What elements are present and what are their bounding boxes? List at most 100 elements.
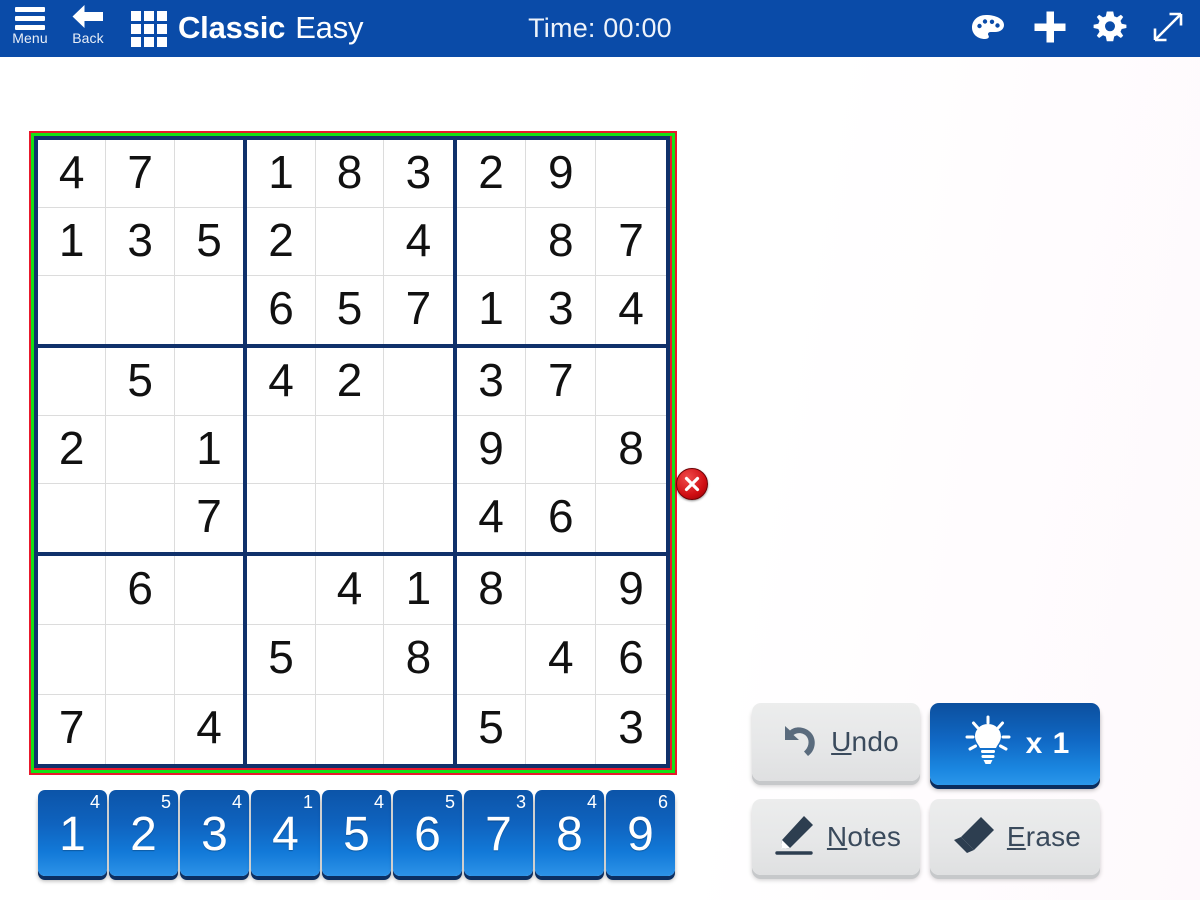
sudoku-cell[interactable]: 8: [596, 416, 666, 484]
sudoku-cell[interactable]: 3: [526, 276, 597, 344]
sudoku-cell[interactable]: [38, 484, 107, 552]
sudoku-cell[interactable]: [526, 694, 597, 764]
sudoku-cell[interactable]: 4: [384, 208, 453, 276]
sudoku-cell[interactable]: [384, 694, 453, 764]
sudoku-cell[interactable]: [106, 625, 175, 695]
sudoku-cell[interactable]: [106, 484, 175, 552]
sudoku-cell[interactable]: 6: [247, 276, 316, 344]
sudoku-cell[interactable]: [247, 484, 316, 552]
sudoku-cell[interactable]: 1: [38, 208, 107, 276]
sudoku-cell[interactable]: [315, 416, 385, 484]
sudoku-cell[interactable]: 6: [526, 484, 597, 552]
sudoku-cell[interactable]: 9: [526, 140, 597, 208]
sudoku-cell[interactable]: [596, 484, 666, 552]
sudoku-cell[interactable]: 7: [174, 484, 244, 552]
number-button-8[interactable]: 84: [535, 790, 604, 876]
sudoku-cell[interactable]: 7: [526, 348, 597, 416]
sudoku-cell[interactable]: [456, 208, 527, 276]
sudoku-cell[interactable]: [38, 556, 107, 626]
sudoku-cell[interactable]: [526, 556, 597, 626]
sudoku-cell[interactable]: [174, 140, 244, 208]
close-grid-badge[interactable]: [676, 468, 708, 500]
number-button-1[interactable]: 14: [38, 790, 107, 876]
number-button-3[interactable]: 34: [180, 790, 249, 876]
number-button-9[interactable]: 96: [606, 790, 675, 876]
sudoku-cell[interactable]: [38, 625, 107, 695]
number-button-4[interactable]: 41: [251, 790, 320, 876]
sudoku-cell[interactable]: 8: [456, 556, 527, 626]
sudoku-cell[interactable]: [315, 694, 385, 764]
sudoku-cell[interactable]: [106, 416, 175, 484]
sudoku-cell[interactable]: 1: [174, 416, 244, 484]
sudoku-cell[interactable]: [174, 625, 244, 695]
sudoku-cell[interactable]: 3: [596, 694, 666, 764]
sudoku-cell[interactable]: 7: [106, 140, 175, 208]
sudoku-cell[interactable]: 4: [38, 140, 107, 208]
sudoku-cell[interactable]: [315, 625, 385, 695]
erase-button[interactable]: Erase: [930, 799, 1100, 875]
number-button-7[interactable]: 73: [464, 790, 533, 876]
theme-palette-button[interactable]: [968, 9, 1008, 49]
sudoku-cell[interactable]: [526, 416, 597, 484]
sudoku-cell[interactable]: 4: [456, 484, 527, 552]
sudoku-cell[interactable]: 5: [174, 208, 244, 276]
sudoku-cell[interactable]: [247, 694, 316, 764]
sudoku-cell[interactable]: 9: [456, 416, 527, 484]
hint-button[interactable]: x 1: [930, 703, 1100, 785]
sudoku-cell[interactable]: [247, 416, 316, 484]
number-button-5[interactable]: 54: [322, 790, 391, 876]
sudoku-cell[interactable]: [456, 625, 527, 695]
sudoku-cell[interactable]: 4: [315, 556, 385, 626]
sudoku-cell[interactable]: 7: [596, 208, 666, 276]
undo-button[interactable]: Undo: [752, 703, 920, 781]
sudoku-cell[interactable]: [174, 348, 244, 416]
sudoku-cell[interactable]: 4: [174, 694, 244, 764]
sudoku-cell[interactable]: 3: [456, 348, 527, 416]
sudoku-cell[interactable]: 2: [38, 416, 107, 484]
sudoku-cell[interactable]: [174, 276, 244, 344]
sudoku-cell[interactable]: [315, 208, 385, 276]
sudoku-cell[interactable]: 9: [596, 556, 666, 626]
sudoku-cell[interactable]: 4: [247, 348, 316, 416]
sudoku-cell[interactable]: 2: [456, 140, 527, 208]
sudoku-cell[interactable]: 7: [38, 694, 107, 764]
sudoku-cell[interactable]: 5: [315, 276, 385, 344]
sudoku-cell[interactable]: 8: [384, 625, 453, 695]
sudoku-cell[interactable]: 5: [456, 694, 527, 764]
sudoku-cell[interactable]: [384, 416, 453, 484]
sudoku-cell[interactable]: [106, 694, 175, 764]
sudoku-cell[interactable]: 5: [247, 625, 316, 695]
settings-button[interactable]: [1090, 9, 1130, 49]
menu-button[interactable]: Menu: [6, 0, 54, 57]
sudoku-cell[interactable]: [247, 556, 316, 626]
sudoku-cell[interactable]: 1: [384, 556, 453, 626]
sudoku-cell[interactable]: [384, 348, 453, 416]
number-button-2[interactable]: 25: [109, 790, 178, 876]
new-game-button[interactable]: [1030, 9, 1070, 49]
sudoku-cell[interactable]: 6: [596, 625, 666, 695]
sudoku-cell[interactable]: 1: [456, 276, 527, 344]
sudoku-cell[interactable]: [596, 348, 666, 416]
sudoku-cell[interactable]: 5: [106, 348, 175, 416]
sudoku-cell[interactable]: 8: [526, 208, 597, 276]
sudoku-cell[interactable]: 3: [106, 208, 175, 276]
sudoku-cell[interactable]: [174, 556, 244, 626]
sudoku-cell[interactable]: [106, 276, 175, 344]
sudoku-cell[interactable]: 1: [247, 140, 316, 208]
sudoku-cell[interactable]: 4: [526, 625, 597, 695]
sudoku-cell[interactable]: 6: [106, 556, 175, 626]
sudoku-cell[interactable]: 8: [315, 140, 385, 208]
fullscreen-button[interactable]: [1148, 9, 1188, 49]
sudoku-cell[interactable]: 7: [384, 276, 453, 344]
sudoku-board[interactable]: 4713518324657298713452174237984667441588…: [34, 136, 670, 768]
notes-button[interactable]: Notes: [752, 799, 920, 875]
sudoku-cell[interactable]: 3: [384, 140, 453, 208]
sudoku-cell[interactable]: [315, 484, 385, 552]
sudoku-cell[interactable]: [384, 484, 453, 552]
sudoku-cell[interactable]: 2: [315, 348, 385, 416]
sudoku-cell[interactable]: [38, 348, 107, 416]
sudoku-cell[interactable]: [596, 140, 666, 208]
sudoku-cell[interactable]: [38, 276, 107, 344]
sudoku-cell[interactable]: 4: [596, 276, 666, 344]
number-button-6[interactable]: 65: [393, 790, 462, 876]
